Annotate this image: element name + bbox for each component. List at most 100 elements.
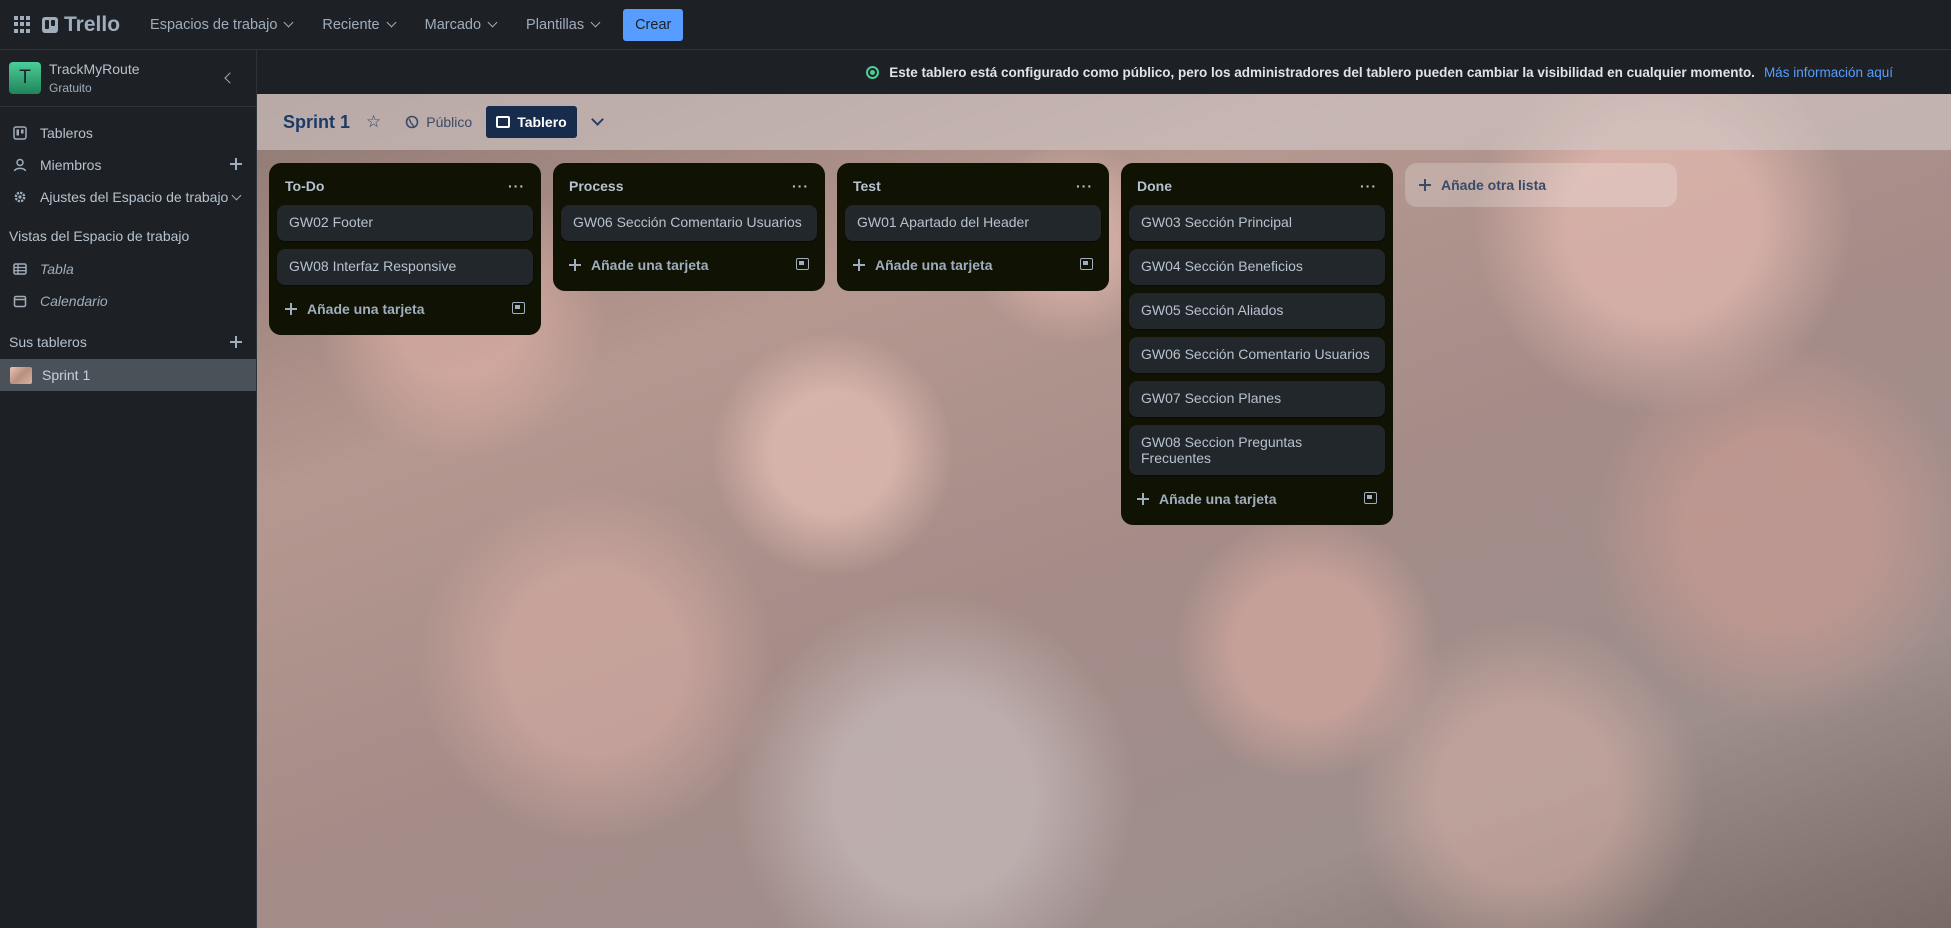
list-test: Test ··· GW01 Apartado del Header Añade … [837,163,1109,291]
top-navbar: Trello Espacios de trabajo Reciente Marc… [0,0,1951,50]
calendar-icon [13,294,27,308]
nav-recent[interactable]: Reciente [310,11,406,39]
workspace-avatar[interactable]: T [9,62,41,94]
list-menu-icon[interactable]: ··· [508,178,525,194]
list-title[interactable]: Test [853,178,881,194]
add-card-label: Añade una tarjeta [591,257,709,273]
trello-logo[interactable]: Trello [42,13,120,37]
add-member-icon[interactable] [230,158,242,170]
card[interactable]: GW02 Footer [277,205,533,241]
app-switcher-icon[interactable] [14,15,32,34]
collapse-sidebar-icon[interactable] [224,72,236,84]
sidebar-item-label: Tableros [40,125,93,141]
chevron-down-icon [283,17,294,28]
card[interactable]: GW08 Seccion Preguntas Frecuentes [1129,425,1385,475]
nav-starred[interactable]: Marcado [413,11,508,39]
more-info-link[interactable]: Más información aquí [1764,65,1893,80]
list-title[interactable]: To-Do [285,178,324,194]
list-todo: To-Do ··· GW02 Footer GW08 Interfaz Resp… [269,163,541,335]
add-card-label: Añade una tarjeta [1159,491,1277,507]
list-menu-icon[interactable]: ··· [1076,178,1093,194]
list-process: Process ··· GW06 Sección Comentario Usua… [553,163,825,291]
nav-templates[interactable]: Plantillas [514,11,611,39]
chevron-down-icon [386,17,397,28]
sidebar-board-sprint-1[interactable]: Sprint 1 [0,359,256,391]
plus-icon [285,303,297,315]
template-icon[interactable] [796,258,809,270]
chevron-down-icon [590,17,601,28]
sidebar-item-members[interactable]: Miembros [0,149,256,181]
sidebar-item-table-view[interactable]: Tabla [0,253,256,285]
nav-workspaces-label: Espacios de trabajo [150,16,278,33]
sidebar-item-settings[interactable]: Ajustes del Espacio de trabajo [0,181,256,213]
chevron-down-icon[interactable] [231,190,242,201]
template-icon[interactable] [1364,492,1377,504]
board-icon [13,126,27,140]
board-canvas: Este tablero está configurado como públi… [257,50,1951,928]
card[interactable]: GW08 Interfaz Responsive [277,249,533,285]
nav-workspaces[interactable]: Espacios de trabajo [138,11,304,39]
views-heading: Vistas del Espacio de trabajo [9,228,190,244]
nav-templates-label: Plantillas [526,16,585,33]
nav-menu: Espacios de trabajo Reciente Marcado Pla… [138,11,611,39]
sidebar: T TrackMyRoute Gratuito Tableros Miembro… [0,50,257,928]
chevron-down-icon[interactable] [590,113,604,126]
board-view-button[interactable]: Tablero [486,106,577,138]
add-card-button[interactable]: Añade una tarjeta [1129,481,1385,517]
chevron-down-icon [487,17,498,28]
card[interactable]: GW07 Seccion Planes [1129,381,1385,417]
board-view-label: Tablero [517,114,567,130]
banner-text: Este tablero está configurado como públi… [889,64,1755,80]
visibility-button[interactable]: Público [395,108,482,136]
sidebar-item-label: Tabla [40,261,74,277]
sidebar-item-boards[interactable]: Tableros [0,117,256,149]
list-title[interactable]: Done [1137,178,1172,194]
card[interactable]: GW03 Sección Principal [1129,205,1385,241]
add-list-label: Añade otra lista [1441,177,1547,193]
sidebar-item-label: Ajustes del Espacio de trabajo [40,189,229,205]
table-icon [13,262,27,276]
add-list-button[interactable]: Añade otra lista [1405,163,1677,207]
workspace-plan: Gratuito [49,81,92,95]
template-icon[interactable] [1080,258,1093,270]
add-card-label: Añade una tarjeta [875,257,993,273]
logo-text: Trello [64,12,121,36]
list-menu-icon[interactable]: ··· [1360,178,1377,194]
board-header: Sprint 1 ☆ Público Tablero [257,94,1951,150]
list-header: Done ··· [1129,169,1385,203]
add-board-icon[interactable] [230,336,242,348]
trello-logo-icon [42,16,58,33]
sidebar-item-calendar-view[interactable]: Calendario [0,285,256,317]
add-card-button[interactable]: Añade una tarjeta [561,247,817,283]
gear-icon [13,190,27,204]
list-title[interactable]: Process [569,178,623,194]
card[interactable]: GW06 Sección Comentario Usuarios [561,205,817,241]
board-title[interactable]: Sprint 1 [283,112,350,133]
add-card-button[interactable]: Añade una tarjeta [845,247,1101,283]
card[interactable]: GW06 Sección Comentario Usuarios [1129,337,1385,373]
nav-recent-label: Reciente [322,16,380,33]
sidebar-board-label: Sprint 1 [42,367,91,383]
card[interactable]: GW05 Sección Aliados [1129,293,1385,329]
template-icon[interactable] [512,302,525,314]
nav-starred-label: Marcado [424,16,482,33]
list-header: Process ··· [561,169,817,203]
boards-heading-label: Sus tableros [9,334,87,350]
plus-icon [853,259,865,271]
plus-icon [569,259,581,271]
add-card-button[interactable]: Añade una tarjeta [277,291,533,327]
visibility-label: Público [426,114,473,130]
list-menu-icon[interactable]: ··· [792,178,809,194]
plus-icon [1137,493,1149,505]
list-done: Done ··· GW03 Sección Principal GW04 Sec… [1121,163,1393,525]
globe-icon [405,115,419,129]
card[interactable]: GW01 Apartado del Header [845,205,1101,241]
create-button[interactable]: Crear [623,8,684,41]
star-icon[interactable]: ☆ [366,112,381,132]
boards-heading: Sus tableros [0,325,256,359]
public-banner: Este tablero está configurado como públi… [257,50,1951,94]
lists-container: To-Do ··· GW02 Footer GW08 Interfaz Resp… [269,163,1677,525]
list-header: Test ··· [845,169,1101,203]
card[interactable]: GW04 Sección Beneficios [1129,249,1385,285]
person-icon [13,158,27,172]
